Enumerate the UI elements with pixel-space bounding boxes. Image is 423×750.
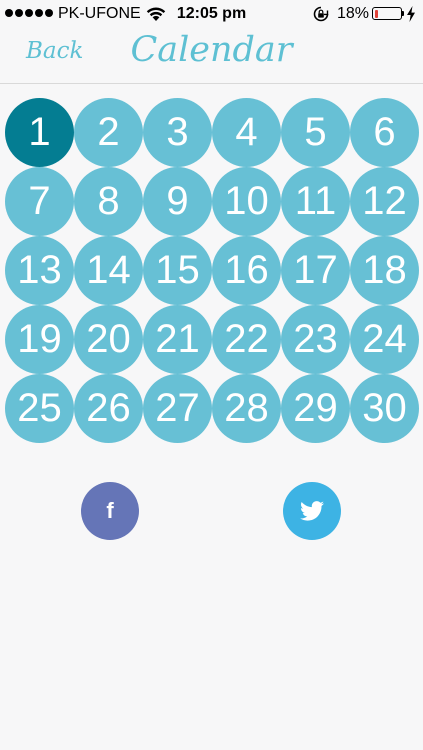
calendar-day-6[interactable]: 6 (350, 98, 419, 167)
calendar-day-24[interactable]: 24 (350, 305, 419, 374)
calendar-day-30[interactable]: 30 (350, 374, 419, 443)
calendar-day-22[interactable]: 22 (212, 305, 281, 374)
navigation-bar: Back Calendar (0, 28, 423, 84)
calendar-day-8[interactable]: 8 (74, 167, 143, 236)
calendar-grid: 1 2 3 4 5 6 7 8 9 10 11 12 13 14 15 16 17 18 19 20 21 22 23 24 2… (5, 98, 420, 443)
calendar-day-1[interactable]: 1 (5, 98, 74, 167)
battery-level-fill (374, 9, 378, 18)
calendar-day-18[interactable]: 18 (350, 236, 419, 305)
calendar-day-12[interactable]: 12 (350, 167, 419, 236)
calendar-day-23[interactable]: 23 (281, 305, 350, 374)
calendar-day-21[interactable]: 21 (143, 305, 212, 374)
calendar-day-27[interactable]: 27 (143, 374, 212, 443)
battery-icon (372, 7, 402, 20)
facebook-share-button[interactable]: f (81, 482, 139, 540)
page-title: Calendar (130, 30, 293, 70)
status-bar: PK-UFONE 12:05 pm 18% (0, 0, 423, 28)
calendar-screen: PK-UFONE 12:05 pm 18% Back Calendar 1234… (0, 0, 423, 750)
calendar-day-19[interactable]: 19 (5, 305, 74, 374)
calendar-day-28[interactable]: 28 (212, 374, 281, 443)
calendar-day-5[interactable]: 5 (281, 98, 350, 167)
calendar-day-2[interactable]: 2 (74, 98, 143, 167)
calendar-day-9[interactable]: 9 (143, 167, 212, 236)
calendar-day-29[interactable]: 29 (281, 374, 350, 443)
calendar-day-7[interactable]: 7 (5, 167, 74, 236)
charging-bolt-icon (407, 6, 415, 22)
rotation-lock-icon (313, 6, 329, 22)
twitter-share-button[interactable] (283, 482, 341, 540)
calendar-day-10[interactable]: 10 (212, 167, 281, 236)
calendar-day-20[interactable]: 20 (74, 305, 143, 374)
calendar-day-11[interactable]: 11 (281, 167, 350, 236)
calendar-day-14[interactable]: 14 (74, 236, 143, 305)
calendar-day-4[interactable]: 4 (212, 98, 281, 167)
calendar-day-3[interactable]: 3 (143, 98, 212, 167)
calendar-day-25[interactable]: 25 (5, 374, 74, 443)
battery-nub (402, 11, 404, 16)
calendar-day-26[interactable]: 26 (74, 374, 143, 443)
battery-percentage: 18% (337, 5, 370, 22)
calendar-day-13[interactable]: 13 (5, 236, 74, 305)
facebook-icon: f (106, 498, 114, 523)
calendar-day-15[interactable]: 15 (143, 236, 212, 305)
calendar-day-16[interactable]: 16 (212, 236, 281, 305)
twitter-icon (300, 501, 324, 521)
calendar-day-17[interactable]: 17 (281, 236, 350, 305)
